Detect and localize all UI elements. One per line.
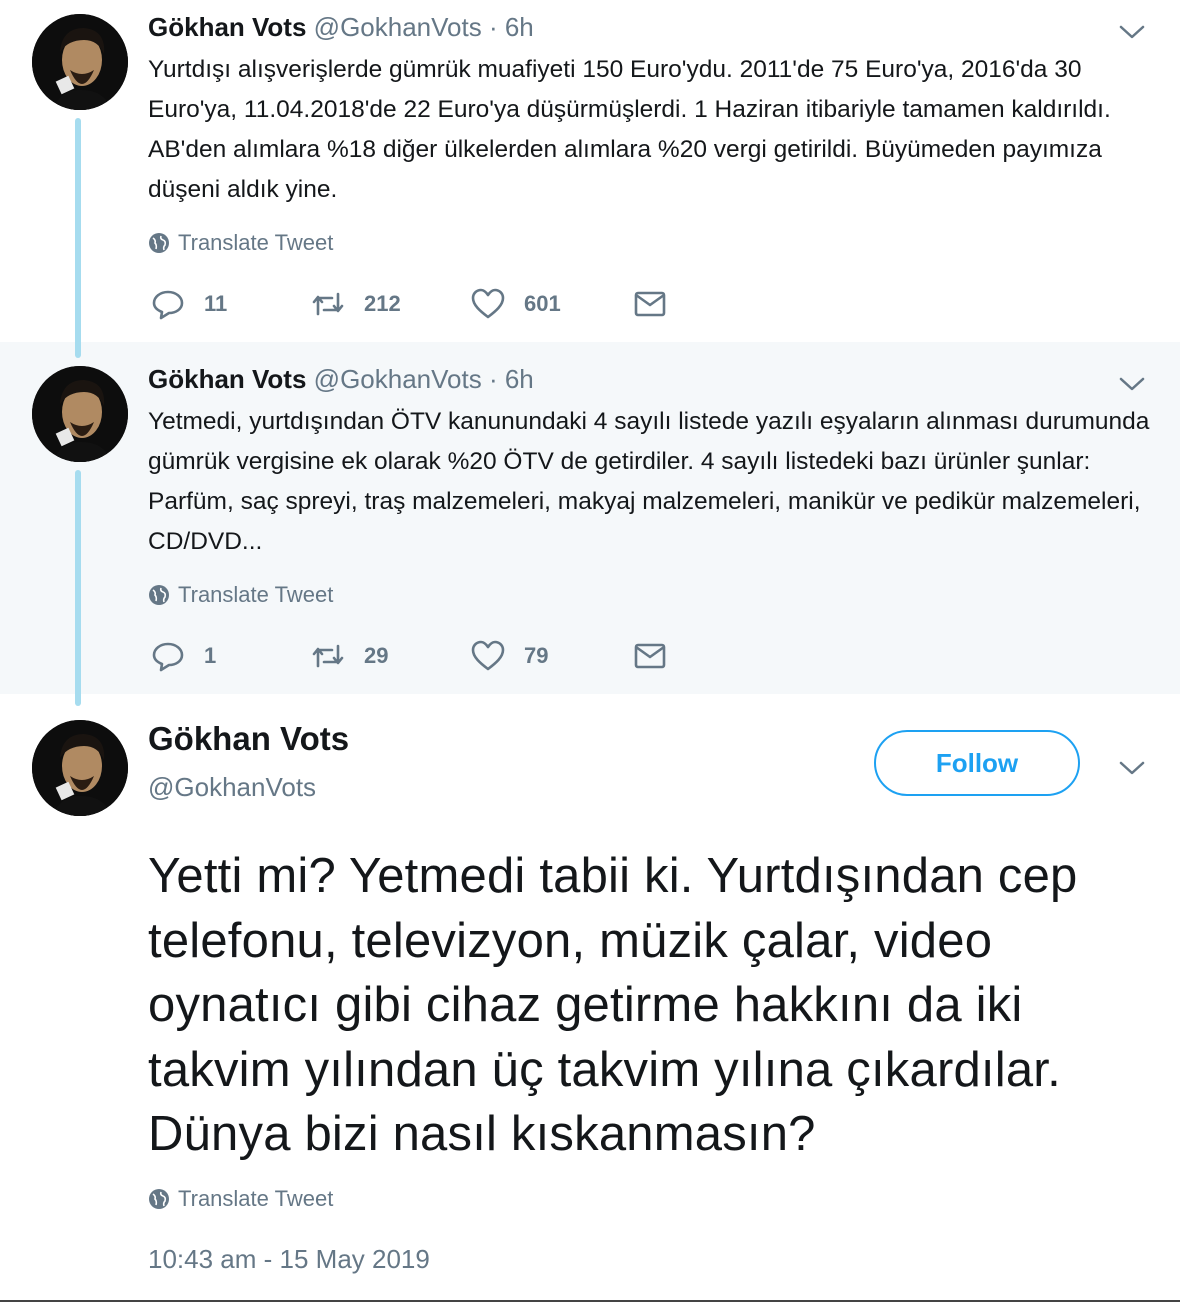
reply-button[interactable]: 11 xyxy=(150,286,227,322)
author-name[interactable]: Gökhan Vots xyxy=(148,720,349,758)
tweet-text: Yurtdışı alışverişlerde gümrük muafiyeti… xyxy=(148,56,1111,203)
retweet-icon xyxy=(312,644,344,668)
focused-tweet: Gökhan Vots @GokhanVots Follow Yetti mi?… xyxy=(0,694,1180,1302)
chevron-down-icon[interactable] xyxy=(1118,374,1146,394)
tweet-text: Yetmedi, yurtdışından ÖTV kanunundaki 4 … xyxy=(148,408,1150,555)
tweet-text: Yetti mi? Yetmedi tabii ki. Yurtdışından… xyxy=(148,849,1078,1161)
tweet-header: Gökhan Vots @GokhanVots · 6h xyxy=(148,12,534,43)
author-handle[interactable]: @GokhanVots xyxy=(314,364,482,394)
translate-tweet-link[interactable]: Translate Tweet xyxy=(148,582,333,608)
reply-button[interactable]: 1 xyxy=(150,638,216,674)
chevron-down-icon[interactable] xyxy=(1118,758,1146,778)
translate-label[interactable]: Translate Tweet xyxy=(178,582,333,608)
reply-icon xyxy=(152,642,184,672)
retweet-count: 29 xyxy=(364,643,389,668)
like-button[interactable]: 601 xyxy=(470,286,561,322)
direct-message-button[interactable] xyxy=(632,286,668,322)
tweet-actions: 11 212 601 xyxy=(150,286,690,326)
retweet-button[interactable]: 29 xyxy=(310,638,388,674)
tweet-2[interactable]: Gökhan Vots @GokhanVots · 6h Yetmedi, yu… xyxy=(0,342,1180,694)
avatar-image xyxy=(32,366,128,462)
reply-count: 1 xyxy=(204,643,217,668)
tweet-timestamp[interactable]: 10:43 am - 15 May 2019 xyxy=(148,1244,430,1275)
envelope-icon xyxy=(634,643,666,669)
heart-icon xyxy=(471,288,505,319)
envelope-icon xyxy=(634,291,666,317)
retweet-count: 212 xyxy=(364,291,401,316)
direct-message-button[interactable] xyxy=(632,638,668,674)
globe-icon xyxy=(149,1189,169,1209)
author-name[interactable]: Gökhan Vots xyxy=(148,364,306,394)
globe-icon xyxy=(149,585,169,605)
translate-label[interactable]: Translate Tweet xyxy=(178,1186,333,1212)
avatar-image xyxy=(32,14,128,110)
translate-tweet-link[interactable]: Translate Tweet xyxy=(148,230,333,256)
reply-count: 11 xyxy=(204,291,228,316)
tweet-time[interactable]: · 6h xyxy=(489,12,534,42)
author-name[interactable]: Gökhan Vots xyxy=(148,12,306,42)
like-button[interactable]: 79 xyxy=(470,638,548,674)
thread-connector xyxy=(75,470,81,706)
avatar-image xyxy=(32,720,128,816)
tweet-time[interactable]: · 6h xyxy=(489,364,534,394)
heart-icon xyxy=(471,640,505,671)
globe-icon xyxy=(149,233,169,253)
tweet-1[interactable]: Gökhan Vots @GokhanVots · 6h Yurtdışı al… xyxy=(0,0,1180,342)
author-handle[interactable]: @GokhanVots xyxy=(314,12,482,42)
tweet-actions: 1 29 79 xyxy=(150,638,690,678)
reply-icon xyxy=(152,290,184,320)
tweet-header: Gökhan Vots @GokhanVots · 6h xyxy=(148,364,534,395)
chevron-down-icon[interactable] xyxy=(1118,22,1146,42)
like-count: 601 xyxy=(524,291,561,316)
avatar[interactable] xyxy=(32,366,128,462)
avatar[interactable] xyxy=(32,720,128,816)
retweet-icon xyxy=(312,292,344,316)
avatar[interactable] xyxy=(32,14,128,110)
retweet-button[interactable]: 212 xyxy=(310,286,401,322)
author-handle[interactable]: @GokhanVots xyxy=(148,772,316,803)
like-count: 79 xyxy=(524,643,549,668)
translate-label[interactable]: Translate Tweet xyxy=(178,230,333,256)
follow-button[interactable]: Follow xyxy=(874,730,1080,796)
translate-tweet-link[interactable]: Translate Tweet xyxy=(148,1186,333,1212)
thread-connector xyxy=(75,118,81,358)
